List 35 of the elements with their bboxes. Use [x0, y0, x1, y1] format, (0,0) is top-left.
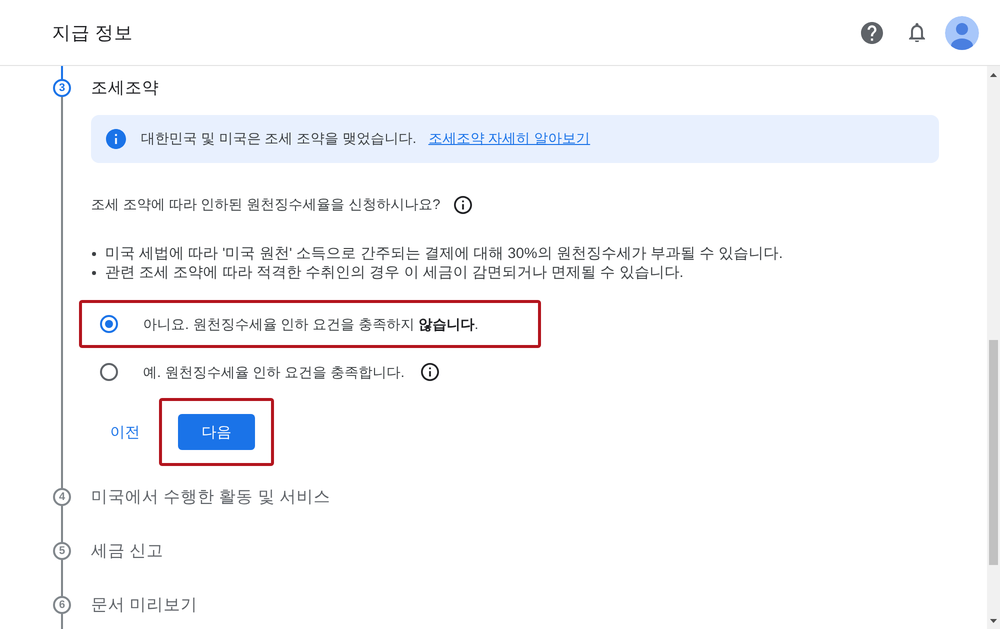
- scroll-thumb[interactable]: [989, 340, 998, 565]
- back-button[interactable]: 이전: [110, 414, 140, 450]
- option-label[interactable]: 예. 원천징수세율 인하 요건을 충족합니다.: [143, 362, 404, 382]
- notifications-button[interactable]: [909, 22, 925, 42]
- learn-more-link[interactable]: 조세조약 자세히 알아보기: [428, 130, 590, 148]
- info-icon: [106, 129, 126, 149]
- option-label[interactable]: 아니요. 원천징수세율 인하 요건을 충족하지 않습니다.: [143, 314, 478, 334]
- step-title[interactable]: 문서 미리보기: [91, 596, 198, 614]
- avatar-icon: [945, 16, 979, 50]
- info-icon[interactable]: [454, 196, 472, 214]
- step-title[interactable]: 세금 신고: [91, 542, 164, 560]
- next-button[interactable]: 다음: [178, 414, 255, 450]
- step-title[interactable]: 미국에서 수행한 활동 및 서비스: [91, 488, 330, 506]
- scroll-down-arrow-icon[interactable]: [990, 618, 997, 622]
- bullet-text: 관련 조세 조약에 따라 적격한 수취인의 경우 이 세금이 감면되거나 면제될 수 있습니다.: [105, 264, 684, 282]
- step-number: 5: [53, 542, 71, 560]
- bullet-icon: [92, 252, 96, 256]
- radio-button[interactable]: [100, 363, 118, 381]
- help-icon: [861, 22, 883, 44]
- step-title[interactable]: 조세조약: [91, 79, 159, 97]
- account-button[interactable]: [945, 16, 979, 50]
- step-number: 4: [53, 488, 71, 506]
- help-button[interactable]: [861, 22, 883, 44]
- scrollbar[interactable]: [987, 66, 1000, 629]
- info-icon[interactable]: [420, 363, 438, 381]
- page-title: 지급 정보: [52, 21, 134, 45]
- step-number: 6: [53, 596, 71, 614]
- bullet-text: 미국 세법에 따라 '미국 원천' 소득으로 간주되는 결제에 대해 30%의 원천징수세가 부과될 수 있습니다.: [105, 245, 783, 263]
- info-banner-text: 대한민국 및 미국은 조세 조약을 맺었습니다.: [141, 130, 416, 148]
- question-text: 조세 조약에 따라 인하된 원천징수세율을 신청하시나요?: [91, 196, 440, 214]
- radio-button[interactable]: [100, 315, 118, 333]
- scroll-up-arrow-icon[interactable]: [990, 72, 997, 76]
- bell-icon: [909, 22, 925, 42]
- bullet-icon: [92, 270, 96, 274]
- step-number: 3: [53, 79, 71, 97]
